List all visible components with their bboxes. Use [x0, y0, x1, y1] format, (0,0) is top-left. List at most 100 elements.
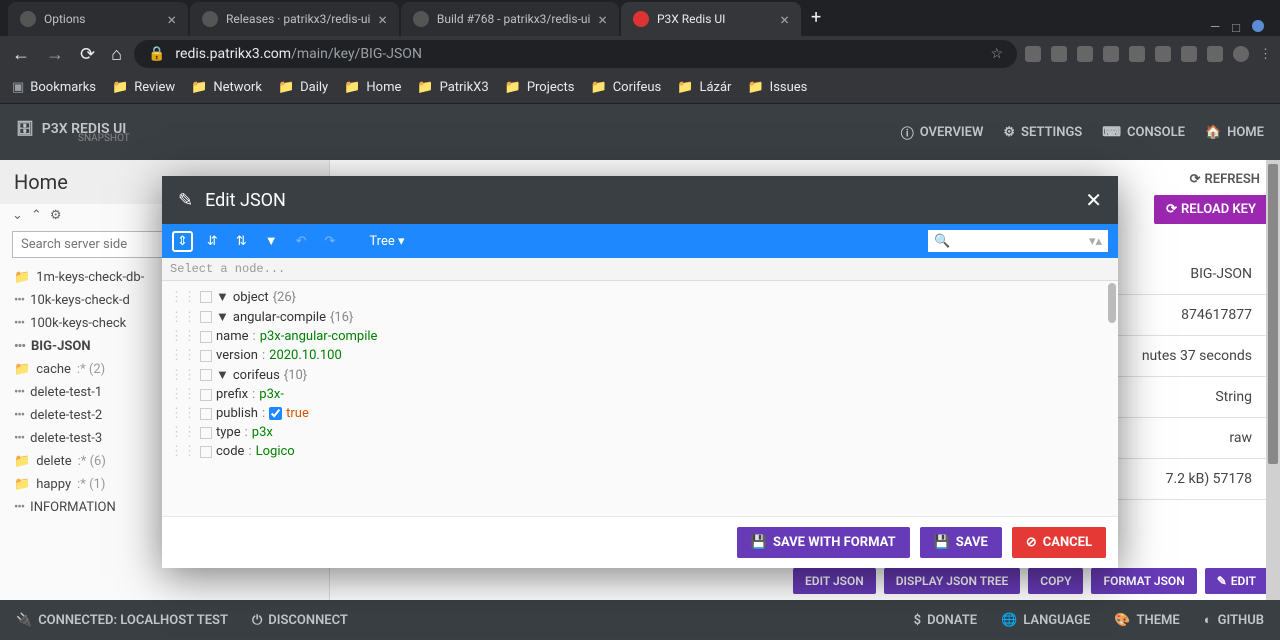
browser-tab[interactable]: Releases · patrikx3/redis-ui ×: [190, 2, 399, 36]
reload-button[interactable]: ⟳: [76, 40, 99, 69]
undo-icon[interactable]: ↶: [292, 232, 311, 251]
save-button[interactable]: 💾SAVE: [920, 527, 1002, 558]
maximize-icon[interactable]: □: [1232, 20, 1240, 36]
json-node[interactable]: angular-compile: [233, 310, 326, 325]
new-tab-button[interactable]: +: [803, 0, 829, 36]
json-tree-editor[interactable]: ⋮⋮ ▼ object {26} ⋮⋮ ▼ angular-compile {1…: [162, 281, 1118, 516]
json-key[interactable]: code: [216, 444, 244, 459]
close-icon[interactable]: ×: [780, 10, 789, 29]
json-node[interactable]: object: [233, 290, 269, 305]
home-button[interactable]: ⌂: [107, 40, 126, 69]
connection-status[interactable]: 🔌CONNECTED: LOCALHOST TEST: [16, 613, 228, 628]
json-key[interactable]: type: [216, 425, 241, 440]
extension-icon[interactable]: [1103, 46, 1119, 62]
json-value[interactable]: p3x-: [259, 387, 284, 402]
extension-icon[interactable]: [1077, 46, 1093, 62]
bookmark-item[interactable]: 📁Daily: [278, 80, 328, 95]
edit-json-dialog: ✎ Edit JSON ✕ ⇕ ⇵ ⇅ ▼ ↶ ↷ Tree ▾ 🔍▾▴ Sel…: [162, 176, 1118, 568]
disconnect-button[interactable]: ⏻DISCONNECT: [252, 613, 348, 628]
extension-icon[interactable]: [1207, 46, 1223, 62]
redo-icon[interactable]: ↷: [321, 232, 340, 251]
extension-icon[interactable]: [1025, 46, 1041, 62]
folder-icon: 📁: [278, 80, 294, 95]
close-icon[interactable]: ×: [598, 10, 607, 29]
json-key[interactable]: version: [216, 348, 258, 363]
nav-settings[interactable]: ⚙SETTINGS: [1003, 123, 1082, 142]
scrollbar-thumb[interactable]: [1268, 164, 1278, 464]
bookmark-item[interactable]: 📁PatrikX3: [417, 80, 488, 95]
scrollbar-thumb[interactable]: [1108, 283, 1116, 323]
save-with-format-button[interactable]: 💾SAVE WITH FORMAT: [737, 527, 910, 558]
expand-down-icon[interactable]: ⌄: [12, 208, 23, 223]
browser-tab-active[interactable]: P3X Redis UI×: [621, 2, 801, 36]
theme-button[interactable]: 🎨THEME: [1114, 613, 1179, 628]
chevron-down-icon[interactable]: ▾▴: [1089, 234, 1102, 249]
bookmark-item[interactable]: 📁Review: [112, 80, 175, 95]
collapse-up-icon[interactable]: ⌃: [31, 208, 42, 223]
scrollbar[interactable]: [1266, 160, 1280, 600]
format-json-button[interactable]: FORMAT JSON: [1091, 568, 1196, 594]
avatar[interactable]: [1233, 46, 1249, 62]
filter-icon[interactable]: ▼: [261, 231, 282, 251]
star-icon[interactable]: ☆: [990, 46, 1003, 62]
expand-all-icon[interactable]: ⇕: [172, 231, 193, 252]
display-tree-button[interactable]: DISPLAY JSON TREE: [884, 568, 1021, 594]
copy-button[interactable]: COPY: [1028, 568, 1083, 594]
json-key[interactable]: prefix: [216, 387, 248, 402]
edit-button[interactable]: ✎ EDIT: [1205, 568, 1268, 594]
json-key[interactable]: publish: [216, 406, 258, 421]
tree-label: BIG-JSON: [31, 339, 90, 354]
bookmark-item[interactable]: 📁Issues: [747, 80, 807, 95]
edit-json-button[interactable]: EDIT JSON: [793, 568, 876, 594]
collapse-all-icon[interactable]: ⇵: [203, 232, 222, 251]
url-input[interactable]: 🔒 redis.patrikx3.com/main/key/BIG-JSON ☆: [134, 40, 1017, 68]
window-close-icon[interactable]: [1252, 20, 1264, 32]
extension-icon[interactable]: [1129, 46, 1145, 62]
json-value[interactable]: true: [286, 406, 309, 421]
json-path-bar[interactable]: Select a node...: [162, 258, 1118, 281]
json-node[interactable]: corifeus: [233, 368, 280, 383]
browser-tab[interactable]: Build #768 - patrikx3/redis-ui×: [401, 2, 619, 36]
json-value[interactable]: p3x: [252, 425, 273, 440]
nav-overview[interactable]: ⓘOVERVIEW: [901, 123, 984, 142]
github-button[interactable]: ◐GITHUB: [1204, 612, 1264, 628]
bookmark-item[interactable]: 📁Lázár: [677, 80, 731, 95]
bookmark-item[interactable]: 📁Home: [344, 80, 401, 95]
close-icon[interactable]: ×: [167, 10, 176, 29]
extension-icon[interactable]: [1181, 46, 1197, 62]
dialog-close-button[interactable]: ✕: [1085, 188, 1102, 212]
nav-console[interactable]: ⌨CONSOLE: [1102, 123, 1185, 142]
nav-home[interactable]: 🏠HOME: [1205, 123, 1264, 142]
json-key[interactable]: name: [216, 329, 249, 344]
back-button[interactable]: ←: [8, 40, 34, 69]
cancel-button[interactable]: ⊘CANCEL: [1012, 527, 1106, 558]
browser-tab[interactable]: Options×: [8, 2, 188, 36]
json-checkbox[interactable]: [269, 407, 282, 420]
bookmark-label: Projects: [527, 80, 575, 95]
app-subtitle: SNAPSHOT: [78, 133, 130, 144]
bookmark-label: Issues: [770, 80, 808, 95]
bookmark-item[interactable]: ▣Bookmarks: [12, 80, 96, 95]
json-value[interactable]: p3x-angular-compile: [260, 329, 378, 344]
forward-button[interactable]: →: [42, 40, 68, 69]
gear-icon[interactable]: ⚙: [50, 208, 62, 223]
bookmark-item[interactable]: 📁Network: [191, 80, 262, 95]
json-value[interactable]: 2020.10.100: [269, 348, 342, 363]
minimize-icon[interactable]: —: [1210, 20, 1220, 36]
json-search-input[interactable]: 🔍▾▴: [928, 230, 1108, 252]
json-value[interactable]: Logico: [256, 444, 295, 459]
language-button[interactable]: 🌐LANGUAGE: [1001, 613, 1090, 628]
mode-selector[interactable]: Tree ▾: [369, 234, 404, 249]
extension-icon[interactable]: [1051, 46, 1067, 62]
bookmark-item[interactable]: 📁Projects: [505, 80, 575, 95]
refresh-button[interactable]: ⟳REFRESH: [1190, 172, 1260, 187]
extension-icon[interactable]: [1155, 46, 1171, 62]
close-icon[interactable]: ×: [378, 10, 387, 29]
donate-button[interactable]: $DONATE: [914, 613, 977, 628]
reload-key-button[interactable]: ⟳RELOAD KEY: [1154, 195, 1268, 224]
dollar-icon: $: [914, 613, 921, 628]
sort-icon[interactable]: ⇅: [232, 232, 251, 251]
menu-icon[interactable]: ⋮: [1259, 47, 1272, 62]
bookmark-item[interactable]: 📁Corifeus: [591, 80, 662, 95]
tab-title: Releases · patrikx3/redis-ui: [226, 12, 370, 26]
